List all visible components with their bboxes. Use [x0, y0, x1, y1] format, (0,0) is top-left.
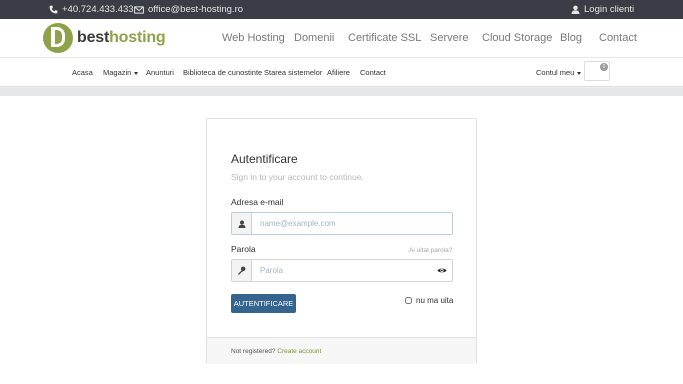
login-title: Autentificare [231, 152, 298, 166]
email-contact[interactable]: office@best-hosting.ro [134, 4, 243, 15]
chevron-down-icon [577, 71, 582, 75]
nav-contact[interactable]: Contact [599, 32, 637, 44]
subnav-afiliere[interactable]: Afiliere [327, 68, 350, 77]
phone-contact[interactable]: +40.724.433.433 [49, 4, 134, 15]
login-subtitle: Sign in to your account to continue. [231, 172, 364, 182]
nav-cloud-storage[interactable]: Cloud Storage [482, 32, 552, 44]
password-field-group [231, 259, 453, 282]
show-password-toggle[interactable] [432, 260, 452, 281]
eye-icon [437, 268, 447, 273]
top-info-bar: +40.724.433.433 office@best-hosting.ro L… [0, 0, 683, 19]
not-registered-text: Not registered? [231, 348, 276, 355]
remember-me-label: nu ma uita [416, 296, 454, 305]
logo[interactable]: besthosting [43, 23, 166, 53]
email-label: Adresa e-mail [231, 197, 284, 207]
subnav-acasa[interactable]: Acasa [72, 68, 93, 77]
remember-me[interactable]: nu ma uita [405, 296, 453, 305]
email-field-group [231, 212, 453, 235]
nav-certificate-ssl[interactable]: Certificate SSL [348, 32, 421, 44]
logo-text-best: best [77, 29, 110, 46]
remember-me-checkbox[interactable] [405, 297, 412, 304]
subnav-starea-sistemelor[interactable]: Starea sistemelor [264, 68, 322, 77]
email-field-addon [232, 213, 252, 234]
header-divider [0, 88, 683, 96]
key-icon [238, 266, 246, 275]
email-input[interactable] [253, 213, 452, 234]
forgot-password-link[interactable]: Ai uitat parola? [409, 247, 452, 254]
phone-number: +40.724.433.433 [62, 4, 134, 15]
subnav-magazin-label: Magazin [103, 68, 132, 77]
nav-domenii[interactable]: Domenii [294, 32, 334, 44]
user-icon [571, 5, 580, 14]
mail-icon [134, 5, 144, 14]
chevron-down-icon [134, 71, 139, 75]
login-submit-button[interactable]: AUTENTIFICARE [231, 294, 296, 313]
account-menu[interactable]: Contul meu [536, 68, 582, 77]
nav-web-hosting[interactable]: Web Hosting [222, 32, 285, 44]
subnav-anunturi[interactable]: Anunturi [146, 68, 174, 77]
password-field-addon [232, 260, 252, 281]
secondary-navigation: Acasa Magazin Anunturi Biblioteca de cun… [0, 58, 683, 87]
user-icon [238, 220, 245, 228]
account-menu-label: Contul meu [536, 68, 575, 77]
phone-icon [49, 5, 58, 14]
create-account-link[interactable]: Create account [277, 348, 321, 355]
login-card-footer: Not registered? Create account [207, 337, 476, 364]
login-card: Autentificare Sign in to your account to… [206, 118, 477, 364]
main-navigation: besthosting Web Hosting Domenii Certific… [0, 19, 683, 58]
email-address: office@best-hosting.ro [148, 4, 244, 15]
nav-blog[interactable]: Blog [560, 32, 582, 44]
logo-text-hosting: hosting [109, 29, 166, 46]
cart-count-badge: 0 [600, 63, 608, 71]
password-input[interactable] [253, 260, 432, 281]
nav-servere[interactable]: Servere [430, 32, 469, 44]
password-label: Parola [231, 244, 256, 254]
logo-icon [43, 23, 73, 53]
login-clients-label: Login clienti [584, 4, 635, 15]
subnav-magazin[interactable]: Magazin [103, 68, 139, 77]
logo-wordmark: besthosting [77, 29, 166, 47]
subnav-contact[interactable]: Contact [360, 68, 386, 77]
subnav-biblioteca[interactable]: Biblioteca de cunostinte [183, 68, 262, 77]
login-clients-link[interactable]: Login clienti [571, 4, 634, 15]
